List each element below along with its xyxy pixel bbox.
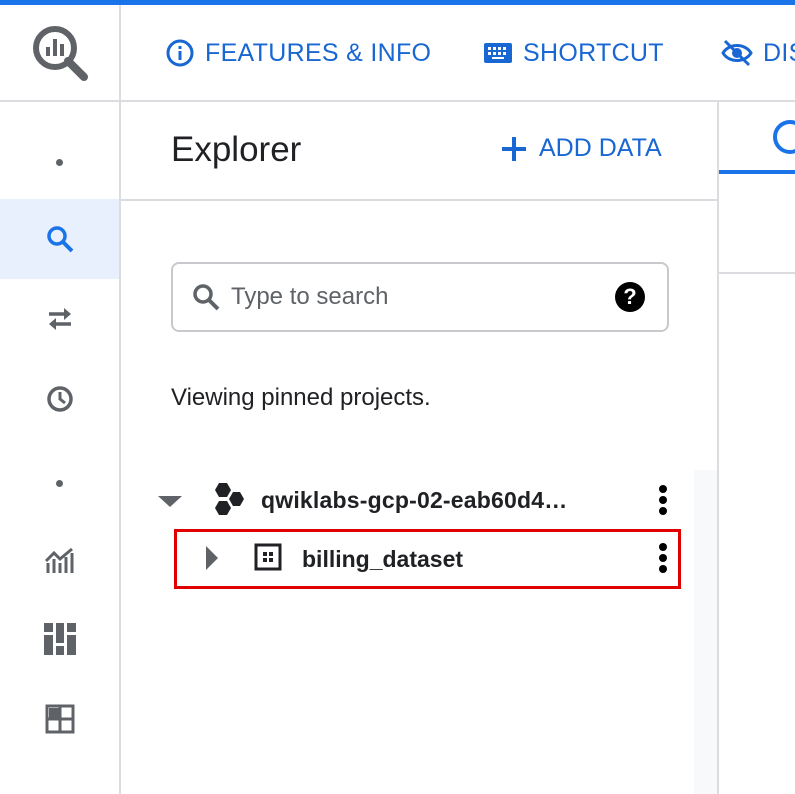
search-input[interactable] (231, 278, 601, 316)
dataset-icon (254, 543, 282, 571)
history-icon (46, 386, 73, 412)
info-icon (166, 39, 194, 67)
disable-label: DIS (763, 38, 795, 67)
search-icon (193, 284, 220, 311)
editor-toolbar (719, 178, 795, 274)
explorer-panel: Explorer ADD DATA ? Viewing pinned proje… (121, 102, 719, 794)
viewing-pinned-text: Viewing pinned projects. (171, 384, 431, 411)
add-data-label: ADD DATA (539, 134, 662, 162)
dataset-tree-row[interactable]: billing_dataset (121, 529, 717, 589)
disable-button[interactable]: DIS (721, 33, 795, 73)
top-header: FEATURES & INFO SHORTCUT DIS (0, 5, 795, 102)
rail-item-dashboards[interactable] (0, 599, 119, 679)
search-icon (46, 226, 73, 253)
editor-tab[interactable] (719, 102, 795, 174)
caret-down-icon[interactable] (158, 496, 182, 507)
left-nav-rail (0, 102, 121, 794)
rail-item-tables[interactable] (0, 679, 119, 759)
dataset-more-icon[interactable] (658, 543, 668, 573)
panel-scroll-strip (694, 470, 717, 794)
bigquery-logo[interactable] (0, 5, 121, 100)
keyboard-icon (484, 43, 512, 63)
table-grid-icon (45, 704, 74, 734)
explorer-header: Explorer ADD DATA (121, 102, 717, 201)
features-info-button[interactable]: FEATURES & INFO (165, 33, 431, 73)
bigquery-logo-icon (32, 25, 88, 81)
editor-pane (719, 102, 795, 794)
project-name: qwiklabs-gcp-02-eab60d4… (261, 487, 568, 513)
dot-icon (56, 479, 63, 487)
dot-icon (56, 158, 63, 166)
features-info-label: FEATURES & INFO (205, 38, 432, 67)
dashboard-icon (43, 623, 76, 655)
dataset-name: billing_dataset (302, 546, 464, 572)
rail-item-top-dot[interactable] (0, 122, 119, 202)
project-tree-row[interactable]: qwiklabs-gcp-02-eab60d4… (121, 470, 717, 530)
explorer-search-box: ? (171, 262, 669, 332)
query-tab-icon (773, 120, 795, 154)
project-more-icon[interactable] (658, 485, 668, 515)
caret-right-icon[interactable] (206, 546, 218, 570)
help-icon[interactable]: ? (615, 282, 645, 312)
plus-icon (502, 136, 526, 161)
explorer-title: Explorer (171, 130, 302, 169)
add-data-button[interactable]: ADD DATA (501, 134, 662, 163)
shortcut-label: SHORTCUT (523, 38, 664, 67)
rail-item-analytics[interactable] (0, 520, 119, 600)
rail-item-history[interactable] (0, 359, 119, 439)
project-hexagon-icon (215, 483, 244, 515)
rail-item-transfers[interactable] (0, 279, 119, 359)
analytics-icon (44, 547, 73, 573)
shortcut-button[interactable]: SHORTCUT (483, 33, 664, 73)
eye-off-icon (721, 39, 753, 67)
rail-item-search[interactable] (0, 199, 119, 279)
transfer-icon (48, 308, 71, 330)
rail-item-bottom-dot[interactable] (0, 443, 119, 523)
